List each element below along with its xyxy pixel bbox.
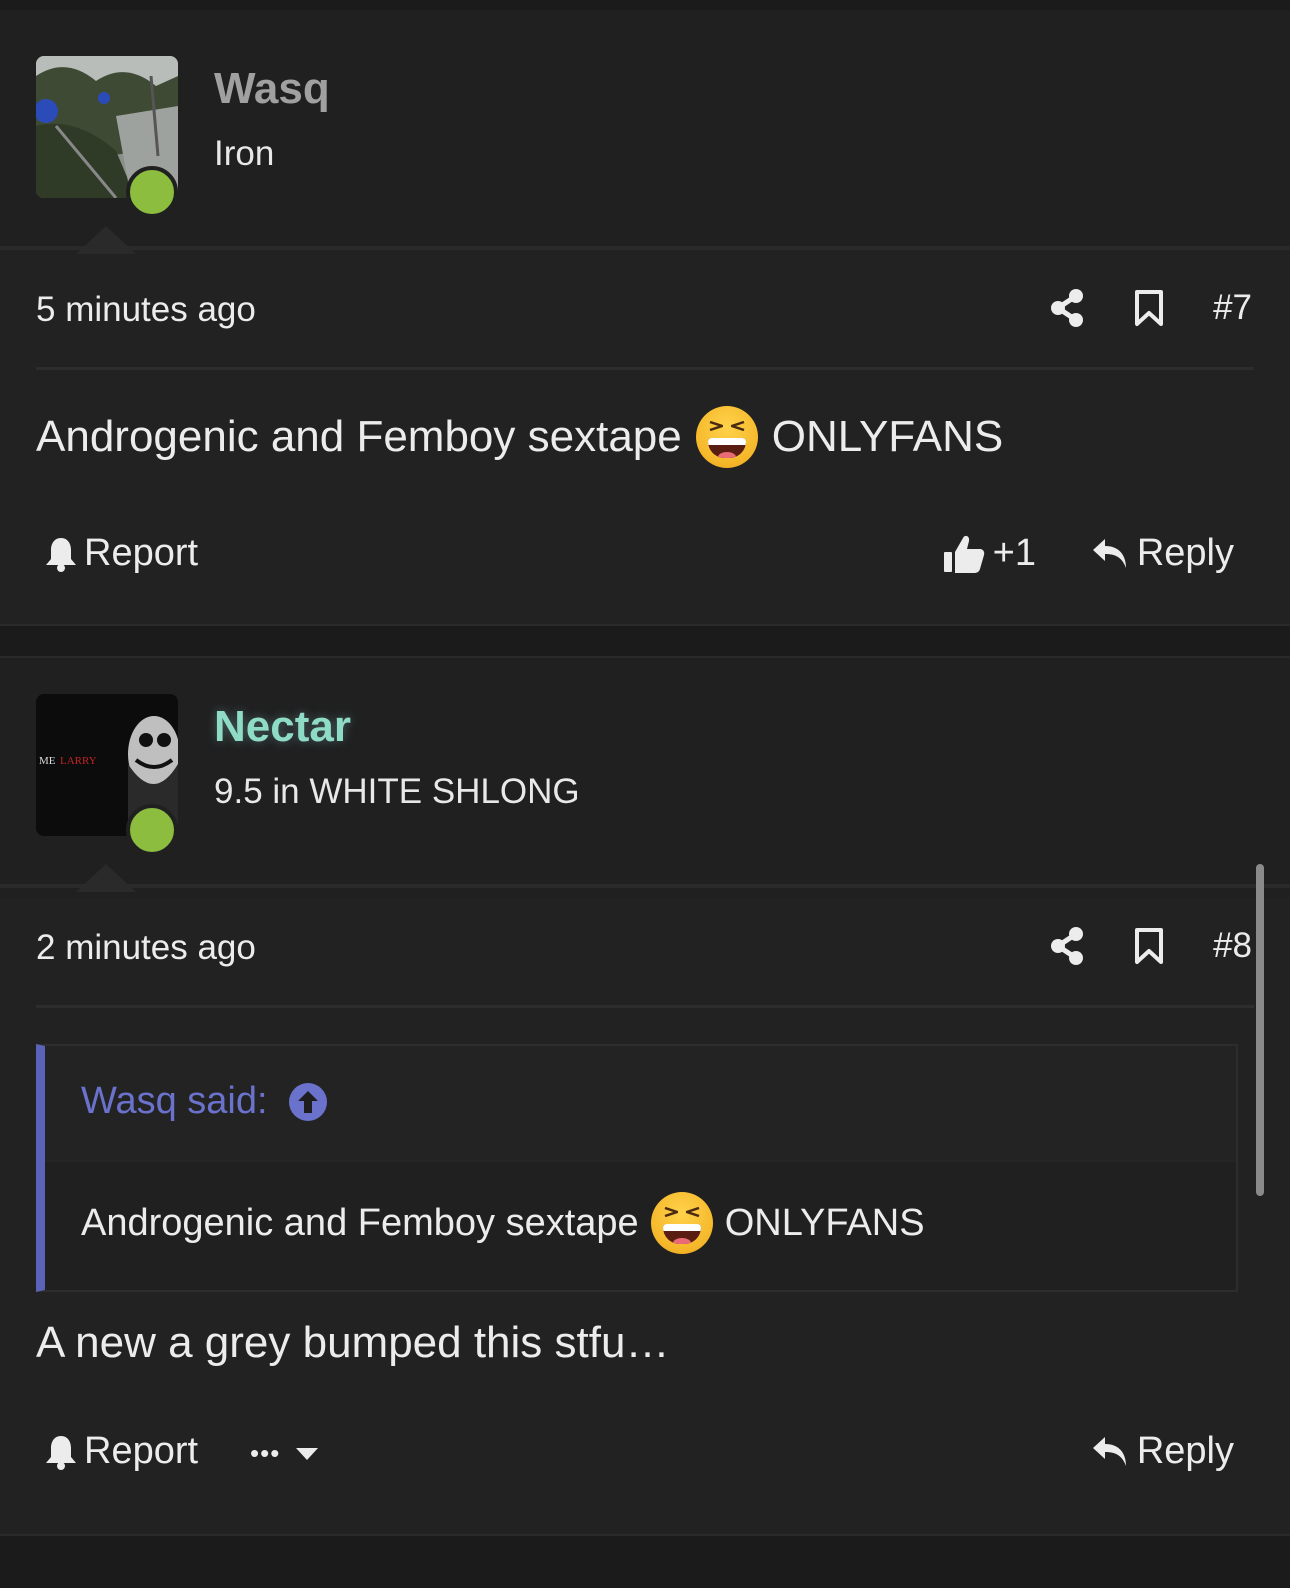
top-divider (0, 0, 1290, 10)
reply-button[interactable]: Reply (1091, 1430, 1234, 1473)
quote-header: Wasq said: (45, 1046, 1236, 1162)
post-meta-actions: #7 (1047, 288, 1252, 328)
online-status-indicator (126, 166, 178, 218)
quote-author-label: Wasq said: (81, 1080, 268, 1122)
reply-arrow-icon (1092, 538, 1126, 568)
online-status-indicator (126, 804, 178, 856)
post-8: ME LARRY Nectar 9.5 in WHITE SHLONG 2 mi… (0, 658, 1290, 1534)
reply-arrow-icon (1092, 1436, 1126, 1466)
quote-text-main: Androgenic and Femboy sextape (81, 1201, 639, 1244)
quote-text: Androgenic and Femboy sextape ONLYFANS (81, 1192, 925, 1254)
post-author[interactable]: Wasq (214, 64, 330, 114)
user-title: 9.5 in WHITE SHLONG (214, 772, 580, 811)
post-timestamp[interactable]: 5 minutes ago (36, 290, 256, 330)
post-message-text-suffix: ONLYFANS (771, 412, 1004, 461)
laughing-emoji-icon (695, 406, 758, 468)
avatar-text: ME (39, 755, 56, 767)
post-meta-actions: #8 (1047, 926, 1252, 966)
post-author[interactable]: Nectar (214, 702, 351, 752)
report-button[interactable]: Report (44, 532, 198, 575)
like-count: +1 (992, 532, 1036, 574)
user-title: Iron (214, 134, 275, 173)
thumbs-up-icon (943, 535, 984, 573)
report-label: Report (84, 1430, 199, 1472)
report-label: Report (84, 532, 199, 574)
post-separator (0, 624, 1290, 658)
like-button[interactable]: +1 (943, 532, 1036, 575)
report-button[interactable]: Report (44, 1430, 198, 1473)
avatar-text-red: LARRY (60, 755, 97, 767)
reply-label: Reply (1136, 1430, 1234, 1472)
bell-icon (46, 537, 76, 572)
scrollbar[interactable] (1256, 864, 1264, 1196)
post-actions: Report +1 Reply (0, 504, 1290, 614)
post-number-link[interactable]: #8 (1213, 926, 1252, 966)
post-content: Androgenic and Femboy sextape ONLYFANS (0, 370, 1290, 504)
bookmark-icon[interactable] (1129, 288, 1169, 328)
bottom-divider (0, 1534, 1290, 1588)
arrow-up-circle-icon[interactable] (288, 1082, 328, 1122)
share-icon[interactable] (1047, 926, 1087, 966)
post-header: Wasq Iron (0, 10, 1290, 254)
quote-author-link[interactable]: Wasq said: (81, 1080, 328, 1123)
post-meta: 2 minutes ago #8 (0, 888, 1290, 1008)
post-header: ME LARRY Nectar 9.5 in WHITE SHLONG (0, 658, 1290, 898)
quote-text-suffix: ONLYFANS (724, 1201, 925, 1244)
post-content: Wasq said: Androgenic and Femboy sextape (0, 1008, 1290, 1398)
post-message: Androgenic and Femboy sextape ONLYFANS (36, 406, 1003, 468)
post-number-link[interactable]: #7 (1213, 288, 1252, 328)
post-message-text: Androgenic and Femboy sextape (36, 412, 682, 461)
bookmark-icon[interactable] (1129, 926, 1169, 966)
post-7: Wasq Iron 5 minutes ago #7 Androgenic an… (0, 10, 1290, 624)
post-timestamp[interactable]: 2 minutes ago (36, 928, 256, 968)
more-options-button[interactable]: ••• (250, 1438, 320, 1469)
quote-block: Wasq said: Androgenic and Femboy sextape (36, 1044, 1238, 1292)
reply-label: Reply (1136, 532, 1234, 574)
share-icon[interactable] (1047, 288, 1087, 328)
reply-button[interactable]: Reply (1091, 532, 1234, 575)
more-options-icon: ••• (250, 1438, 281, 1468)
post-meta: 5 minutes ago #7 (0, 250, 1290, 370)
post-actions: Report ••• Reply (0, 1398, 1290, 1528)
post-message: A new a grey bumped this stfu… (36, 1318, 670, 1367)
laughing-emoji-icon (650, 1192, 713, 1254)
bell-icon (46, 1435, 76, 1470)
chevron-down-icon (296, 1447, 319, 1460)
quote-body: Androgenic and Femboy sextape ONLYFANS (45, 1162, 1236, 1290)
